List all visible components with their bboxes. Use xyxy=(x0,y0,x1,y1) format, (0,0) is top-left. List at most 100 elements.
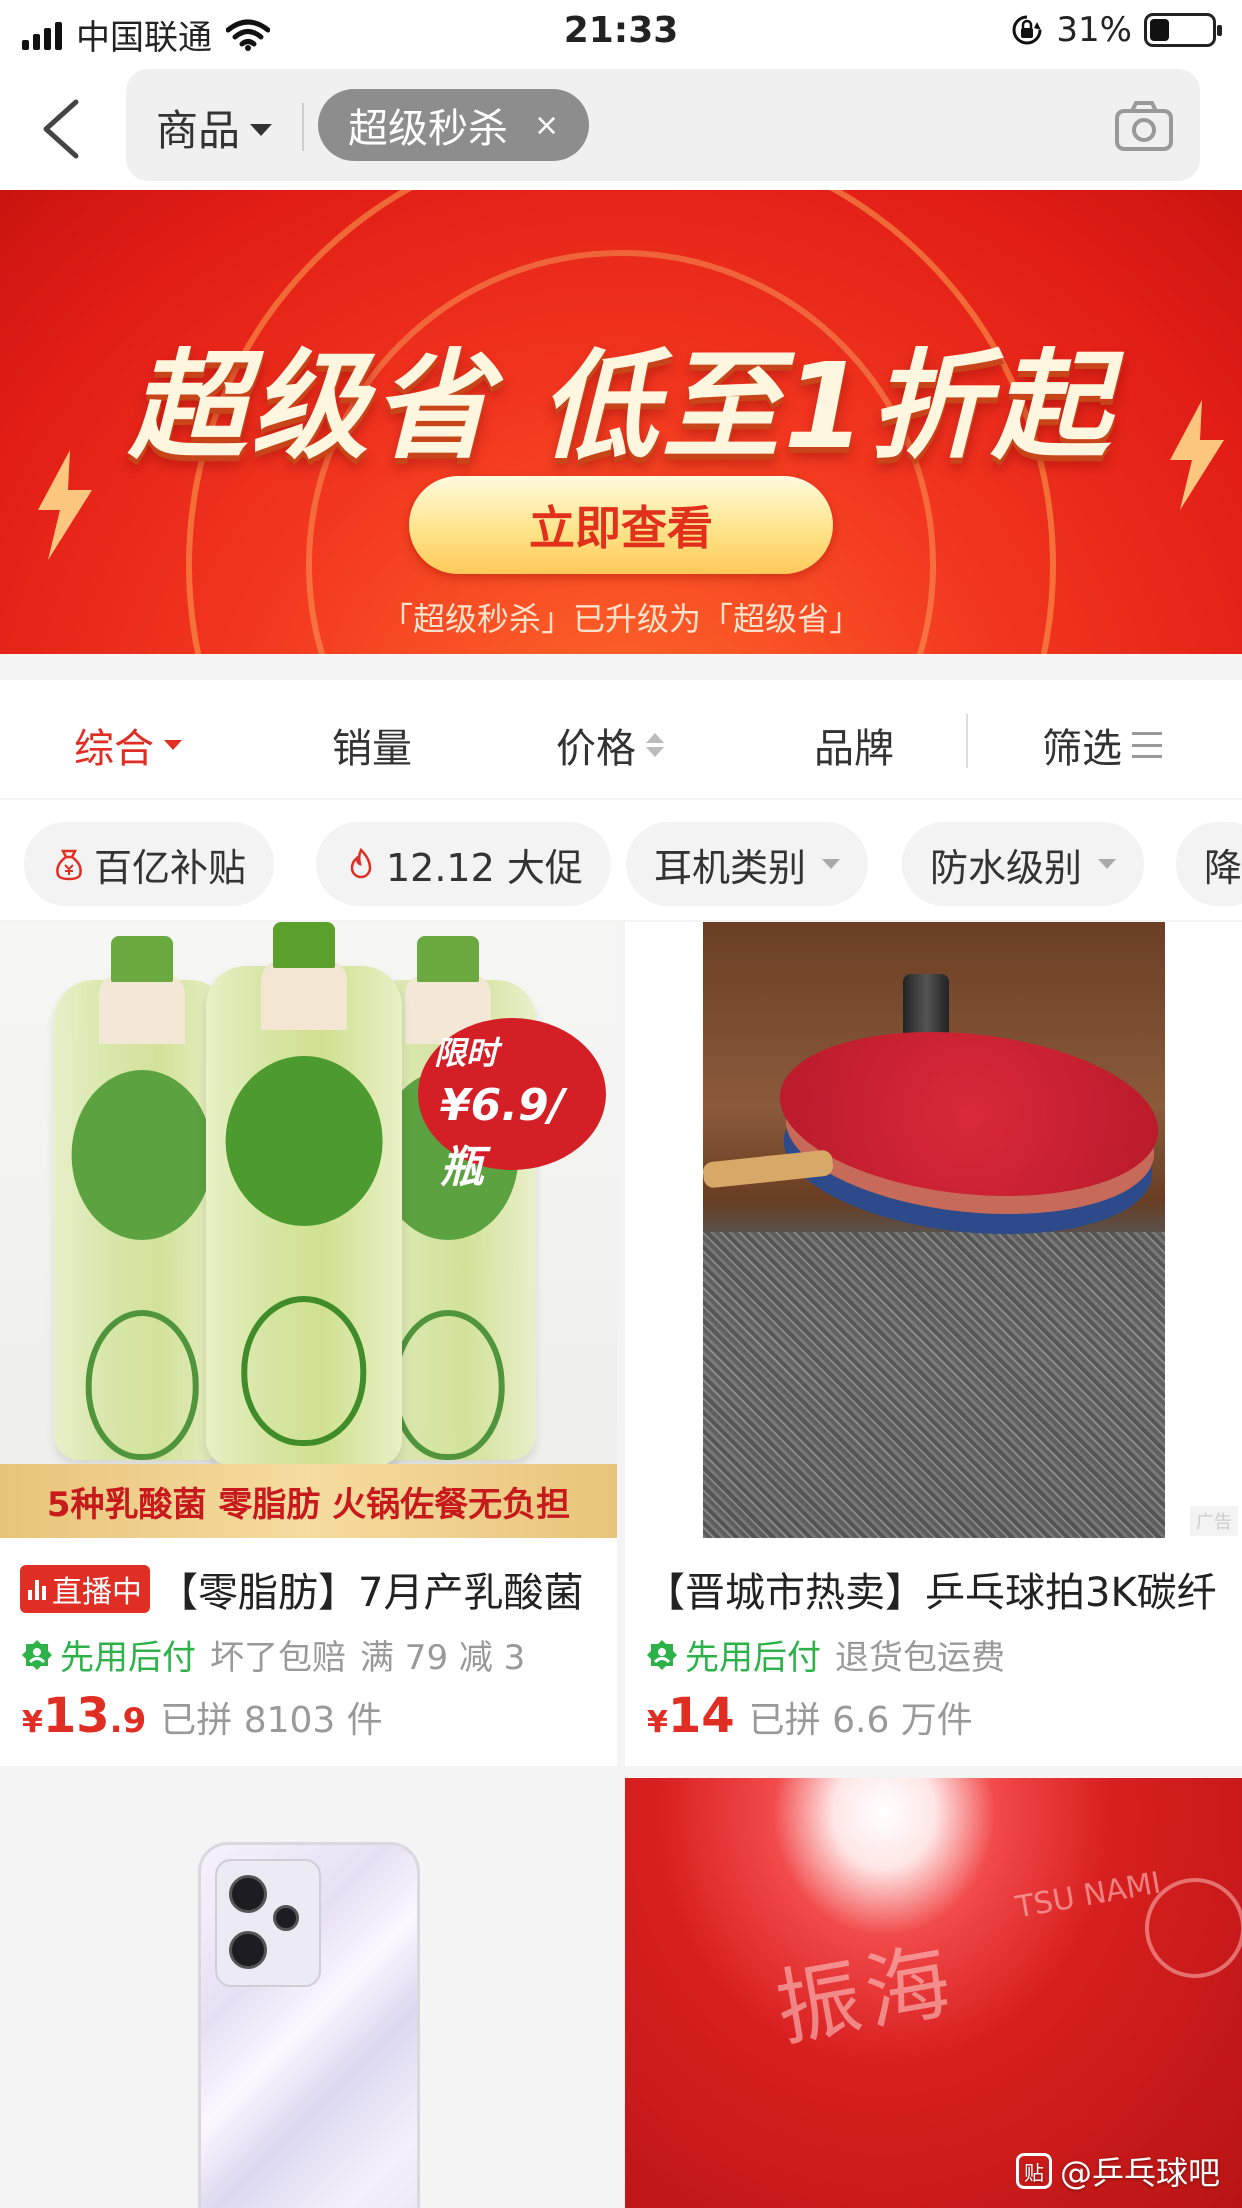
tieba-icon: 贴 xyxy=(1015,2153,1052,2189)
chip-promo[interactable]: 12.12 大促 xyxy=(316,822,611,906)
search-header: 商品 超级秒杀 × xyxy=(0,64,1242,190)
search-tag[interactable]: 超级秒杀 × xyxy=(318,89,590,161)
sort-label: 价格 xyxy=(556,726,636,772)
promo-banner[interactable]: 超级省 低至1折起 立即查看 「超级秒杀」已升级为「超级省」 xyxy=(0,190,1242,654)
live-icon xyxy=(28,1578,46,1600)
search-tag-label: 超级秒杀 xyxy=(348,106,508,152)
filter-button[interactable]: 筛选 xyxy=(1042,716,1162,774)
divider xyxy=(302,103,304,151)
product-price: ¥ 14 xyxy=(647,1688,735,1744)
product-tags: 先用后付 退货包运费 xyxy=(645,1630,1005,1679)
product-tag: 退货包运费 xyxy=(835,1638,1005,1678)
sort-label: 品牌 xyxy=(814,726,894,772)
sort-bar: 综合 销量 价格 品牌 筛选 xyxy=(0,680,1242,798)
price-currency: ¥ xyxy=(647,1705,668,1740)
status-right: 31% xyxy=(1010,10,1222,50)
product-image: 广告 xyxy=(625,922,1242,1538)
price-currency: ¥ xyxy=(22,1705,43,1740)
product-tag: 坏了包赔 xyxy=(210,1638,346,1678)
menu-icon xyxy=(1132,732,1162,758)
status-bar: 中国联通 21:33 31% xyxy=(0,0,1242,64)
camera-icon[interactable] xyxy=(1114,99,1174,153)
sort-price[interactable]: 价格 xyxy=(556,716,664,774)
banner-headline: 超级省 低至1折起 xyxy=(128,337,1114,475)
rubber-brand-graphic: 振海 xyxy=(768,1931,964,2059)
product-card[interactable]: 限时 ¥6.9/瓶 5种乳酸菌 零脂肪 火锅佐餐无负担 直播中 【零脂肪】7月产… xyxy=(0,922,617,1766)
sort-sales[interactable]: 销量 xyxy=(332,716,412,774)
pay-later-badge: 先用后付 xyxy=(645,1630,821,1679)
search-bar[interactable]: 商品 超级秒杀 × xyxy=(126,69,1200,181)
sort-comprehensive[interactable]: 综合 xyxy=(74,716,182,774)
paddle-photo xyxy=(703,922,1165,1538)
pay-later-label: 先用后付 xyxy=(60,1638,196,1678)
granite-surface xyxy=(703,1232,1165,1538)
product-title: 【晋城市热卖】乒乓球拍3K碳纤 xyxy=(645,1570,1217,1616)
product-price: ¥ 13 .9 xyxy=(22,1688,146,1744)
battery-icon xyxy=(1144,13,1222,47)
image-caption-strip: 5种乳酸菌 零脂肪 火锅佐餐无负担 xyxy=(0,1464,617,1538)
chip-label: 耳机类别 xyxy=(654,845,807,890)
price-row: ¥ 14 已拼 6.6 万件 xyxy=(647,1688,973,1744)
price-row: ¥ 13 .9 已拼 8103 件 xyxy=(22,1688,383,1744)
divider xyxy=(966,714,968,768)
live-badge-label: 直播中 xyxy=(52,1575,142,1610)
sort-label: 销量 xyxy=(332,726,412,772)
bottle-image xyxy=(54,936,230,1460)
product-tag: 满 79 减 3 xyxy=(360,1638,526,1678)
chip-label: 降 xyxy=(1204,845,1242,890)
battery-fill xyxy=(1150,19,1169,41)
chevron-down-icon xyxy=(250,123,273,136)
chip-more[interactable]: 降 xyxy=(1176,822,1242,906)
rubber-model-graphic: TSU NAMI xyxy=(1013,1865,1164,1926)
camera-module xyxy=(215,1859,321,1987)
chip-label: 防水级别 xyxy=(930,845,1083,890)
shield-check-icon xyxy=(647,1639,677,1670)
sort-label: 综合 xyxy=(74,726,154,772)
search-scope-label: 商品 xyxy=(156,106,241,155)
rubber-logo-graphic xyxy=(1145,1878,1242,1978)
chip-label: 12.12 大促 xyxy=(386,845,583,890)
price-integer: 13 xyxy=(42,1688,110,1744)
product-title-row: 【晋城市热卖】乒乓球拍3K碳纤 xyxy=(645,1560,1235,1618)
flame-icon xyxy=(350,847,372,879)
phone-image xyxy=(198,1842,420,2208)
view-now-button[interactable]: 立即查看 xyxy=(409,476,833,574)
pay-later-badge: 先用后付 xyxy=(20,1630,196,1679)
filter-chips: 百亿补贴 12.12 大促 耳机类别 防水级别 降 xyxy=(0,800,1242,920)
product-card[interactable]: 振海 TSU NAMI 贴 @乒乓球吧 xyxy=(625,1778,1242,2208)
chevron-down-icon xyxy=(1098,859,1117,869)
watermark: 贴 @乒乓球吧 xyxy=(1015,2148,1220,2194)
battery-percent: 31% xyxy=(1056,10,1132,50)
chevron-down-icon xyxy=(164,740,182,750)
live-badge: 直播中 xyxy=(20,1565,150,1613)
bottle-image xyxy=(206,922,402,1466)
product-card[interactable]: 广告 【晋城市热卖】乒乓球拍3K碳纤 先用后付 退货包运费 ¥ 14 已拼 6.… xyxy=(625,922,1242,1766)
orientation-lock-icon xyxy=(1012,15,1042,45)
product-title: 【零脂肪】7月产乳酸菌 xyxy=(158,1570,584,1616)
banner-subtitle: 「超级秒杀」已升级为「超级省」 xyxy=(380,600,861,638)
back-icon[interactable] xyxy=(30,94,90,164)
chip-label: 百亿补贴 xyxy=(94,845,247,890)
watermark-text: @乒乓球吧 xyxy=(1059,2154,1220,2192)
product-card[interactable] xyxy=(0,1778,617,2208)
sort-arrows-icon xyxy=(646,733,664,757)
promo-price: ¥6.9/瓶 xyxy=(440,1080,565,1193)
ad-label: 广告 xyxy=(1190,1506,1238,1536)
shield-check-icon xyxy=(22,1639,52,1670)
sort-label: 筛选 xyxy=(1042,726,1122,772)
search-scope-dropdown[interactable]: 商品 xyxy=(156,97,273,158)
chip-subsidy[interactable]: 百亿补贴 xyxy=(24,822,275,906)
pay-later-label: 先用后付 xyxy=(685,1638,821,1678)
product-image: 限时 ¥6.9/瓶 5种乳酸菌 零脂肪 火锅佐餐无负担 xyxy=(0,922,617,1538)
chevron-down-icon xyxy=(822,859,841,869)
promo-tag: 限时 xyxy=(434,1034,499,1072)
chip-earphone-type[interactable]: 耳机类别 xyxy=(626,822,869,906)
sort-brand[interactable]: 品牌 xyxy=(814,716,894,774)
sold-count: 已拼 6.6 万件 xyxy=(748,1700,973,1741)
product-tags: 先用后付 坏了包赔 满 79 减 3 xyxy=(20,1630,525,1679)
price-decimal: .9 xyxy=(109,1701,147,1741)
promo-price-badge: 限时 ¥6.9/瓶 xyxy=(418,1018,606,1193)
close-icon[interactable]: × xyxy=(534,108,559,143)
chip-waterproof[interactable]: 防水级别 xyxy=(902,822,1145,906)
sold-count: 已拼 8103 件 xyxy=(160,1700,383,1741)
